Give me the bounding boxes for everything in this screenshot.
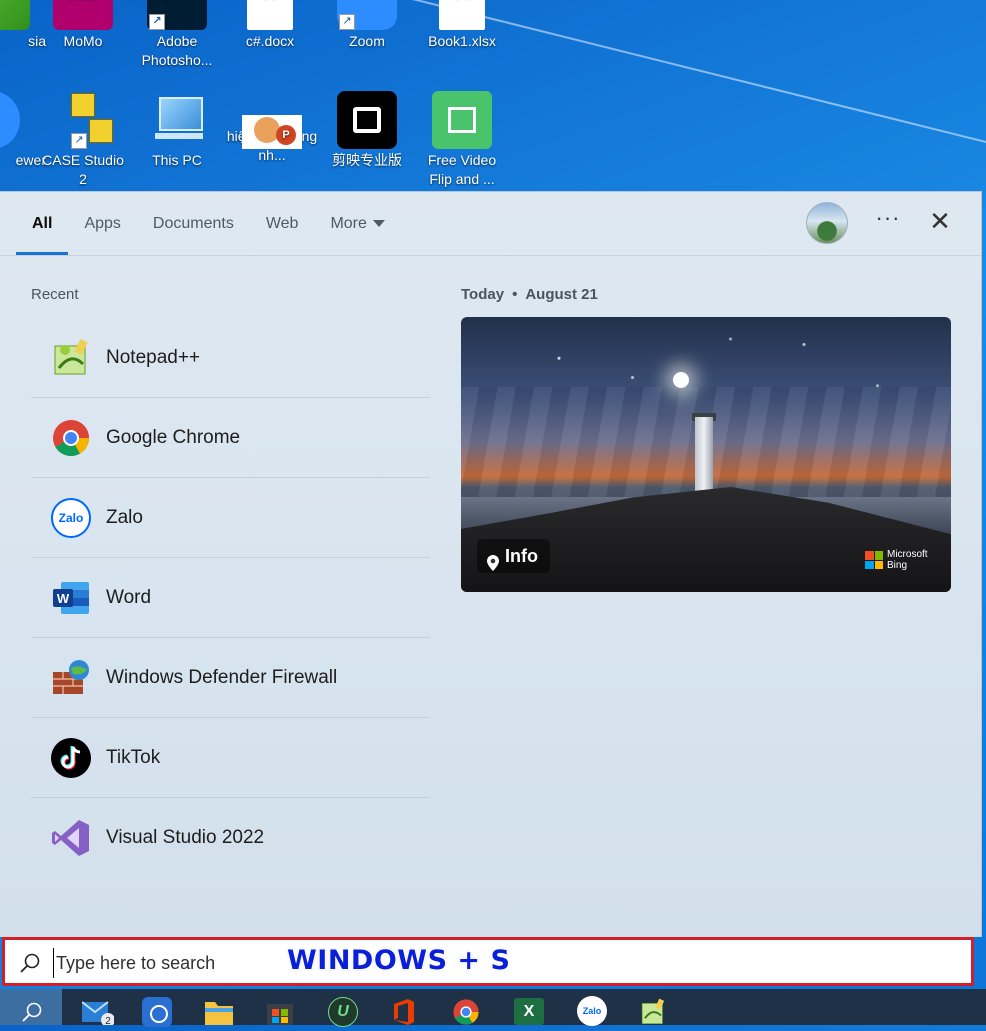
capcut-icon	[337, 91, 397, 149]
zalo-icon[interactable]: Zalo	[577, 996, 607, 1026]
microsoft-logo-icon	[865, 551, 883, 569]
word-icon: W	[51, 578, 91, 618]
shortcut-arrow-icon: ↗	[339, 14, 355, 30]
taskbar: 2 U X Zalo	[0, 989, 986, 1027]
recent-item-word[interactable]: W Word	[31, 558, 430, 638]
visual-studio-icon	[51, 818, 91, 858]
recent-list: Notepad++ Google Chrome Zalo Zalo W Word…	[31, 318, 430, 877]
office-icon[interactable]	[390, 998, 416, 1025]
notepad-plus-plus-icon	[51, 338, 91, 378]
viewer-app-icon	[0, 91, 20, 149]
recent-item-visual-studio-2022[interactable]: Visual Studio 2022	[31, 798, 430, 877]
more-options-button[interactable]: ···	[873, 206, 903, 236]
recent-item-notepad-plus-plus[interactable]: Notepad++	[31, 318, 430, 398]
user-avatar[interactable]	[806, 202, 848, 244]
today-heading: Today • August 21	[461, 286, 598, 303]
windows-store-icon[interactable]	[266, 998, 293, 1025]
tab-more[interactable]: More	[314, 192, 400, 255]
desktop-icon-free-video-flip[interactable]: Free Video Flip and ...	[416, 91, 508, 189]
close-button[interactable]: ✕	[925, 206, 955, 236]
microsoft-bing-logo: Microsoft Bing	[865, 549, 928, 571]
desktop-icon-csharp-docx[interactable]: W c#.docx	[224, 0, 316, 51]
desktop-icon-hieu-ung[interactable]: P hiệu ứng động nh...	[226, 91, 318, 165]
search-box[interactable]: WINDOWS + S	[2, 937, 974, 986]
svg-text:W: W	[57, 591, 70, 606]
momo-icon: mo	[53, 0, 113, 30]
chrome-icon	[51, 418, 91, 458]
search-tabs: All Apps Documents Web More	[16, 192, 401, 255]
hotkey-hint: WINDOWS + S	[287, 945, 511, 976]
notepad-plus-plus-icon[interactable]	[639, 998, 665, 1025]
header-divider	[0, 255, 981, 256]
taskbar-search-button[interactable]	[0, 989, 62, 1025]
desktop-icon-book1-xlsx[interactable]: X Book1.xlsx	[416, 0, 508, 51]
powerpoint-file-icon: P	[242, 115, 302, 149]
tab-apps[interactable]: Apps	[68, 192, 136, 255]
store-icon[interactable]	[142, 997, 172, 1027]
recent-item-tiktok[interactable]: TikTok	[31, 718, 430, 798]
location-pin-icon	[487, 548, 499, 571]
photoshop-icon: Ps ↗	[147, 0, 207, 30]
computer-icon	[147, 91, 207, 149]
search-icon	[19, 952, 41, 974]
caret-down-icon	[372, 220, 385, 228]
recent-item-google-chrome[interactable]: Google Chrome	[31, 398, 430, 478]
desktop: sia mo MoMo Ps ↗ Adobe Photosho... W c#.…	[0, 0, 986, 192]
upwork-icon[interactable]: U	[328, 997, 358, 1027]
shortcut-arrow-icon: ↗	[71, 133, 87, 149]
mail-icon[interactable]: 2	[81, 998, 115, 1027]
desktop-icon-momo[interactable]: mo MoMo	[37, 0, 129, 51]
excel-icon[interactable]: X	[514, 998, 544, 1025]
desktop-icon-zoom[interactable]: ↗ Zoom	[321, 0, 413, 51]
green-app-icon	[0, 0, 30, 30]
word-document-icon: W	[247, 0, 293, 30]
zoom-icon: ↗	[337, 0, 397, 30]
file-explorer-icon[interactable]	[205, 998, 233, 1025]
excel-document-icon: X	[439, 0, 485, 30]
search-input[interactable]	[53, 948, 288, 978]
search-panel: All Apps Documents Web More ··· ✕ Recent…	[0, 191, 982, 937]
recent-item-windows-defender-firewall[interactable]: Windows Defender Firewall	[31, 638, 430, 718]
moon	[673, 372, 689, 388]
chrome-icon[interactable]	[452, 998, 479, 1025]
tab-documents[interactable]: Documents	[137, 192, 250, 255]
shortcut-arrow-icon: ↗	[149, 14, 165, 30]
case-studio-icon: ↗	[53, 91, 113, 149]
tab-all[interactable]: All	[16, 192, 69, 255]
info-button[interactable]: Info	[477, 539, 550, 573]
desktop-icon-case-studio[interactable]: ↗ CASE Studio 2	[37, 91, 129, 189]
bing-daily-image-card[interactable]: Info Microsoft Bing	[461, 317, 951, 592]
desktop-icon-capcut[interactable]: 剪映专业版	[321, 91, 413, 170]
tiktok-icon	[51, 737, 91, 778]
recent-heading: Recent	[31, 286, 79, 303]
search-icon	[22, 1002, 42, 1022]
video-flip-icon	[432, 91, 492, 149]
recent-item-zalo[interactable]: Zalo Zalo	[31, 478, 430, 558]
svg-text:2: 2	[105, 1016, 111, 1025]
lighthouse	[695, 417, 713, 497]
firewall-icon	[51, 658, 91, 698]
desktop-icon-this-pc[interactable]: This PC	[131, 91, 223, 170]
zalo-icon: Zalo	[51, 497, 91, 538]
desktop-icon-photoshop[interactable]: Ps ↗ Adobe Photosho...	[131, 0, 223, 70]
tab-web[interactable]: Web	[250, 192, 315, 255]
